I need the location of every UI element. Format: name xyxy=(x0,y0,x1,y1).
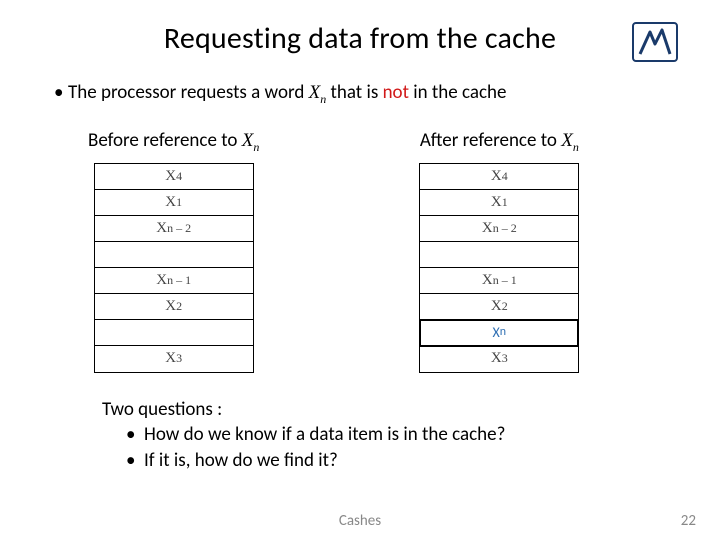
question-item: How do we know if a data item is in the … xyxy=(126,422,688,448)
before-label-sub: n xyxy=(253,140,259,154)
cache-row: Xn – 1 xyxy=(420,268,578,294)
cache-cell-sub: n – 1 xyxy=(167,273,191,288)
cache-cell-base: X xyxy=(156,220,167,237)
cache-cell-base: X xyxy=(491,350,502,367)
slide-title: Requesting data from the cache xyxy=(164,20,556,57)
page-number: 22 xyxy=(681,512,696,530)
cache-cell-base: X xyxy=(156,272,167,289)
cache-row: X1 xyxy=(420,190,578,216)
after-label-sub: n xyxy=(573,140,579,154)
cache-row xyxy=(95,242,253,268)
cache-row: Xn – 1 xyxy=(95,268,253,294)
cache-cell-base: X xyxy=(491,298,502,315)
cache-cell-sub: 4 xyxy=(176,169,182,184)
cache-cell-sub: 1 xyxy=(502,195,508,210)
cache-row: X1 xyxy=(95,190,253,216)
after-label-base: X xyxy=(561,130,573,151)
cache-cell-base: X xyxy=(491,168,502,185)
cache-cell-sub: 1 xyxy=(176,195,182,210)
cache-row: X3 xyxy=(95,346,253,372)
cache-cell-sub: 2 xyxy=(176,299,182,314)
before-column: Before reference to Xn X4X1Xn – 2Xn – 1X… xyxy=(88,129,259,373)
questions-block: Two questions : How do we know if a data… xyxy=(102,397,688,474)
before-label-prefix: Before reference to xyxy=(88,129,242,152)
lead-word-base: X xyxy=(309,82,321,103)
cache-cell-sub: n – 1 xyxy=(493,273,517,288)
lead-suffix: in the cache xyxy=(409,81,506,104)
cache-cell-sub: 2 xyxy=(502,299,508,314)
after-label: After reference to Xn xyxy=(420,129,579,155)
cache-cell-base: X xyxy=(165,168,176,185)
cache-row: Xn xyxy=(420,320,578,346)
questions-intro: Two questions : xyxy=(102,397,688,423)
technion-logo-icon xyxy=(632,22,678,62)
cache-row: Xn – 2 xyxy=(95,216,253,242)
cache-row: X3 xyxy=(420,346,578,372)
cache-row: X2 xyxy=(95,294,253,320)
after-cache: X4X1Xn – 2Xn – 1X2XnX3 xyxy=(419,163,579,373)
cache-cell-base: X xyxy=(482,272,493,289)
cache-row: Xn – 2 xyxy=(420,216,578,242)
before-label: Before reference to Xn xyxy=(88,129,259,155)
cache-cell-sub: n – 2 xyxy=(167,221,191,236)
cache-row: X2 xyxy=(420,294,578,320)
lead-not: not xyxy=(383,81,409,104)
cache-cell-sub: 3 xyxy=(176,351,182,366)
cache-row: X4 xyxy=(420,164,578,190)
cache-cell-base: X xyxy=(165,350,176,367)
cache-cell-sub: 4 xyxy=(502,169,508,184)
lead-sentence: •The processor requests a word Xn that i… xyxy=(54,81,688,107)
cache-cell-sub: n xyxy=(500,325,506,339)
lead-mid: that is xyxy=(326,81,382,104)
question-item: If it is, how do we find it? xyxy=(126,448,688,474)
cache-cell-sub: n – 2 xyxy=(493,221,517,236)
lead-prefix: The processor requests a word xyxy=(68,81,309,104)
questions-list: How do we know if a data item is in the … xyxy=(126,422,688,473)
cache-cell-base: X xyxy=(493,324,500,341)
cache-cell-base: X xyxy=(482,220,493,237)
footer-label: Cashes xyxy=(0,512,720,530)
cache-cell-base: X xyxy=(165,194,176,211)
cache-row xyxy=(420,242,578,268)
after-column: After reference to Xn X4X1Xn – 2Xn – 1X2… xyxy=(419,129,579,373)
before-label-base: X xyxy=(242,130,254,151)
after-label-prefix: After reference to xyxy=(420,129,561,152)
cache-cell-base: X xyxy=(165,298,176,315)
cache-row xyxy=(95,320,253,346)
before-cache: X4X1Xn – 2Xn – 1X2X3 xyxy=(94,163,254,373)
cache-row: X4 xyxy=(95,164,253,190)
cache-cell-base: X xyxy=(491,194,502,211)
cache-cell-sub: 3 xyxy=(502,351,508,366)
